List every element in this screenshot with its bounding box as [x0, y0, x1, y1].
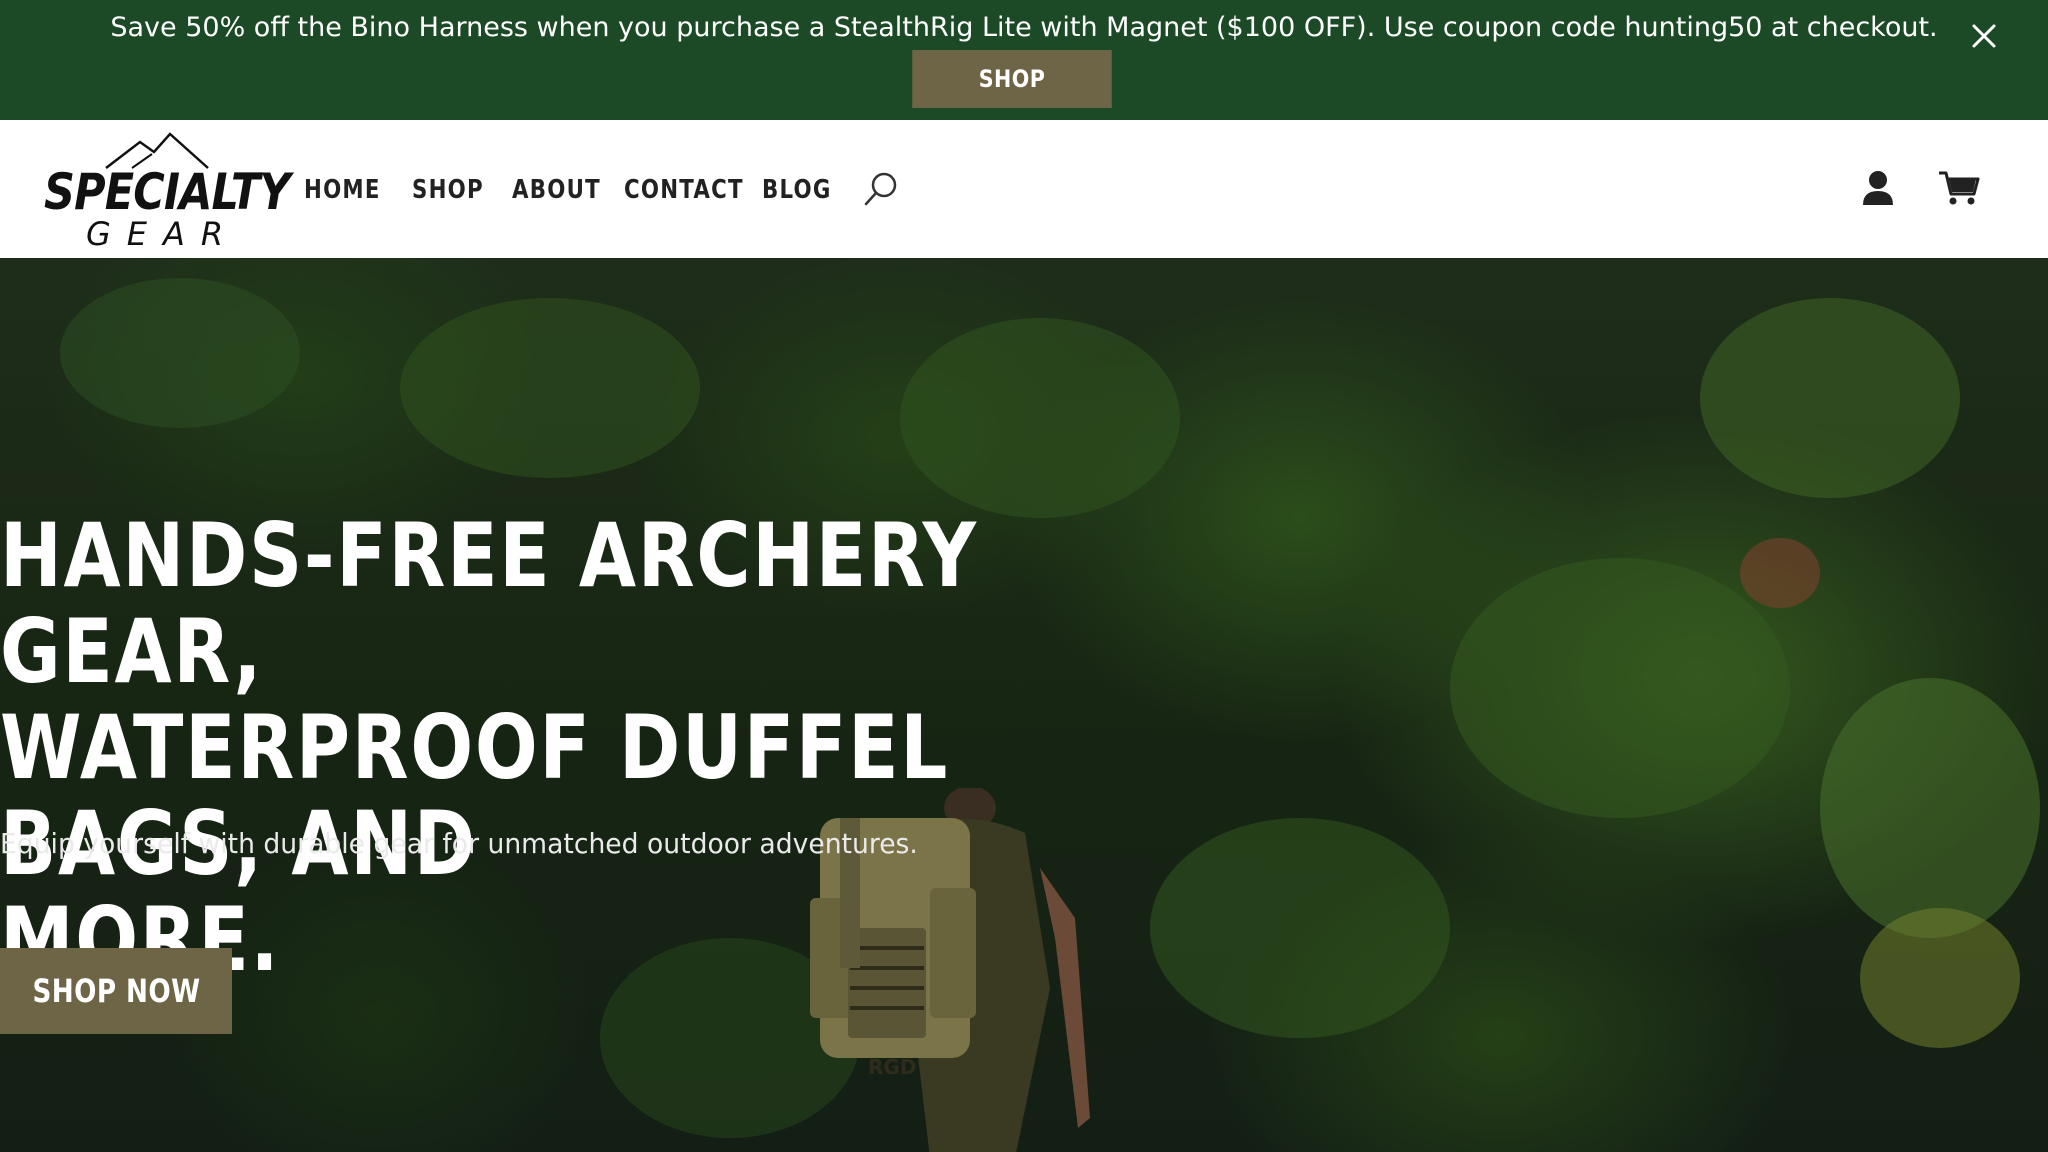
shop-now-label: SHOP NOW	[31, 972, 201, 1010]
cart-icon[interactable]	[1938, 170, 1980, 206]
nav-shop[interactable]: SHOP	[412, 175, 494, 205]
account-icon[interactable]	[1862, 170, 1894, 206]
logo-word-specialty: SPECIALTY	[44, 163, 291, 221]
hero-title-line-2: WATERPROOF DUFFEL BAGS, AND	[0, 696, 950, 895]
nav-contact[interactable]: CONTACT	[624, 175, 743, 205]
backpack-brand-text: RGD	[868, 1055, 916, 1079]
nav-blog[interactable]: BLOG	[762, 175, 830, 205]
nav-about[interactable]: ABOUT	[512, 175, 604, 205]
main-nav: HOME SHOP ABOUT CONTACT BLOG	[304, 172, 842, 208]
promo-text: Save 50% off the Bino Harness when you p…	[110, 12, 1938, 43]
search-icon[interactable]	[862, 170, 900, 208]
logo[interactable]: SPECIALTY GEAR	[44, 130, 291, 253]
site-header: SPECIALTY GEAR HOME SHOP ABOUT CONTACT B…	[0, 120, 2048, 258]
hero-title: HANDS-FREE ARCHERY GEAR, WATERPROOF DUFF…	[0, 508, 1092, 988]
close-icon[interactable]	[1968, 20, 2000, 52]
hero-subtitle: Equip yourself with durable gear for unm…	[0, 827, 918, 860]
shop-now-button[interactable]: SHOP NOW	[0, 948, 232, 1034]
hero-title-line-1: HANDS-FREE ARCHERY GEAR,	[0, 504, 978, 703]
shop-stealthrig-button[interactable]: SHOP STEALTHRIG	[912, 50, 1112, 151]
logo-word-gear: GEAR	[86, 215, 240, 253]
announcement-bar: Save 50% off the Bino Harness when you p…	[0, 0, 2048, 151]
hero-banner: RGD HANDS-FREE ARCHERY GEAR, WATERPROOF …	[0, 258, 2048, 1152]
nav-home[interactable]: HOME	[304, 175, 393, 205]
